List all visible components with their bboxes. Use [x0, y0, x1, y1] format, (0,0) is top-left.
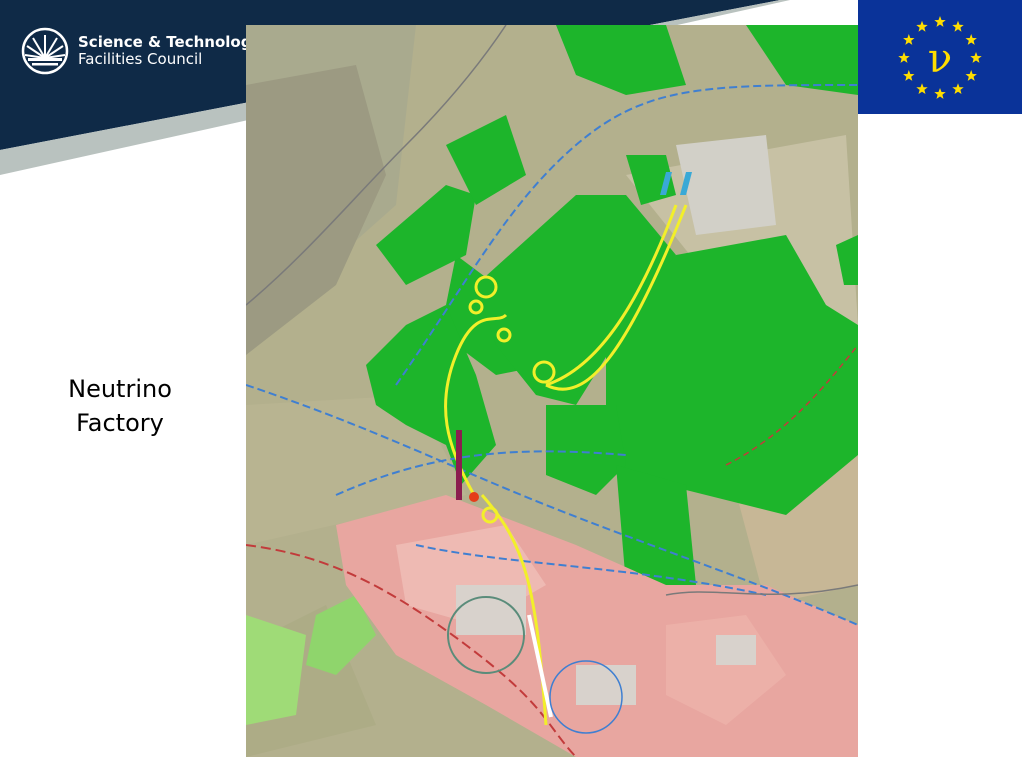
site-map	[246, 25, 858, 757]
eu-flag-icon: ν	[858, 0, 1022, 114]
slide-title: Neutrino Factory	[40, 372, 200, 440]
nu-symbol: ν	[928, 36, 952, 82]
org-name-line1: Science & Technology	[78, 33, 262, 51]
org-name-line2: Facilities Council	[78, 50, 203, 68]
stfc-wordmark: Science & Technology Facilities Council	[78, 34, 261, 68]
slide-title-line2: Factory	[76, 409, 164, 437]
eu-neutrino-logo: ν	[858, 0, 1022, 114]
slide-title-line1: Neutrino	[68, 375, 172, 403]
stfc-logo: Science & Technology Facilities Council	[20, 26, 261, 76]
site-map-image	[246, 25, 858, 757]
sunburst-icon	[21, 27, 69, 75]
